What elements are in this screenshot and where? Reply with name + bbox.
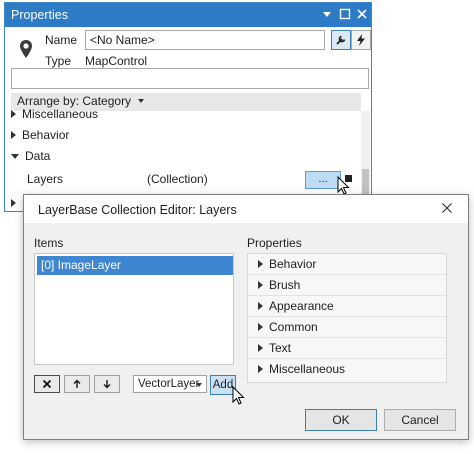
cancel-button[interactable]: Cancel xyxy=(384,409,456,431)
chevron-down-icon xyxy=(196,383,202,387)
list-item-selected[interactable]: [0] ImageLayer xyxy=(37,256,233,275)
items-list[interactable]: [0] ImageLayer xyxy=(34,253,234,365)
layer-type-value: VectorLayer xyxy=(138,378,200,390)
layer-type-select[interactable]: VectorLayer xyxy=(133,375,207,393)
category-miscellaneous[interactable]: Miscellaneous xyxy=(11,104,98,124)
collection-editor-dialog: LayerBase Collection Editor: Layers Item… xyxy=(23,194,469,440)
property-group-label: Text xyxy=(269,341,292,355)
layers-label: Layers xyxy=(27,172,64,186)
lightning-icon xyxy=(357,34,365,46)
name-label: Name xyxy=(45,33,78,47)
property-group-appearance[interactable]: Appearance xyxy=(248,296,446,317)
category-label: Behavior xyxy=(22,128,70,142)
remove-item-button[interactable] xyxy=(34,375,60,393)
expand-icon xyxy=(258,344,263,352)
map-pin-icon xyxy=(20,40,32,58)
expand-icon xyxy=(258,281,263,289)
category-behavior[interactable]: Behavior xyxy=(11,125,69,145)
mouse-cursor-icon xyxy=(232,386,245,405)
type-label: Type xyxy=(45,54,72,68)
expand-icon xyxy=(258,323,263,331)
close-icon[interactable] xyxy=(439,200,455,216)
ok-button[interactable]: OK xyxy=(305,409,377,431)
expand-icon xyxy=(258,302,263,310)
property-group-label: Miscellaneous xyxy=(269,362,346,376)
maximize-icon[interactable] xyxy=(337,6,353,22)
wrench-icon xyxy=(336,35,346,45)
delete-icon xyxy=(42,379,52,389)
ellipsis-button[interactable]: ... xyxy=(305,171,341,189)
property-group-label: Appearance xyxy=(269,299,334,313)
property-search-input[interactable] xyxy=(11,68,369,89)
expand-icon xyxy=(258,260,263,268)
move-down-button[interactable] xyxy=(94,375,120,393)
items-label: Items xyxy=(34,236,64,250)
close-icon[interactable] xyxy=(354,6,370,22)
properties-grid: Behavior Brush Appearance Common Text Mi… xyxy=(247,253,447,383)
name-field[interactable]: <No Name> xyxy=(85,30,325,50)
category-partial[interactable] xyxy=(11,193,22,211)
type-value: MapControl xyxy=(85,54,148,68)
events-button[interactable] xyxy=(351,30,371,50)
move-up-button[interactable] xyxy=(64,375,90,393)
collapse-icon xyxy=(11,154,19,159)
properties-panel: Properties Name <No Name> Type MapContro… xyxy=(4,2,372,212)
expand-icon xyxy=(258,365,263,373)
properties-button[interactable] xyxy=(331,30,351,50)
property-group-miscellaneous[interactable]: Miscellaneous xyxy=(248,359,446,380)
property-group-label: Brush xyxy=(269,278,301,292)
property-group-label: Behavior xyxy=(269,257,317,271)
layers-value: (Collection) xyxy=(147,172,208,186)
property-group-text[interactable]: Text xyxy=(248,338,446,359)
property-group-label: Common xyxy=(269,320,318,334)
dialog-title: LayerBase Collection Editor: Layers xyxy=(38,203,237,217)
properties-title: Properties xyxy=(11,8,68,22)
properties-label: Properties xyxy=(247,236,302,250)
properties-title-bar: Properties xyxy=(5,3,371,27)
arrow-down-icon xyxy=(103,380,111,389)
expand-icon xyxy=(11,131,16,139)
mouse-cursor-icon xyxy=(337,176,350,195)
property-group-common[interactable]: Common xyxy=(248,317,446,338)
chevron-down-icon xyxy=(138,99,145,103)
expand-icon xyxy=(11,110,16,118)
arrow-up-icon xyxy=(73,379,81,388)
category-label: Miscellaneous xyxy=(22,107,99,121)
expand-icon xyxy=(11,199,16,207)
dialog-body: Items Properties [0] ImageLayer VectorLa… xyxy=(24,223,468,439)
property-group-behavior[interactable]: Behavior xyxy=(248,254,446,275)
property-group-brush[interactable]: Brush xyxy=(248,275,446,296)
category-data[interactable]: Data xyxy=(11,146,50,166)
category-label: Data xyxy=(25,149,51,163)
dropdown-icon[interactable] xyxy=(319,6,335,22)
